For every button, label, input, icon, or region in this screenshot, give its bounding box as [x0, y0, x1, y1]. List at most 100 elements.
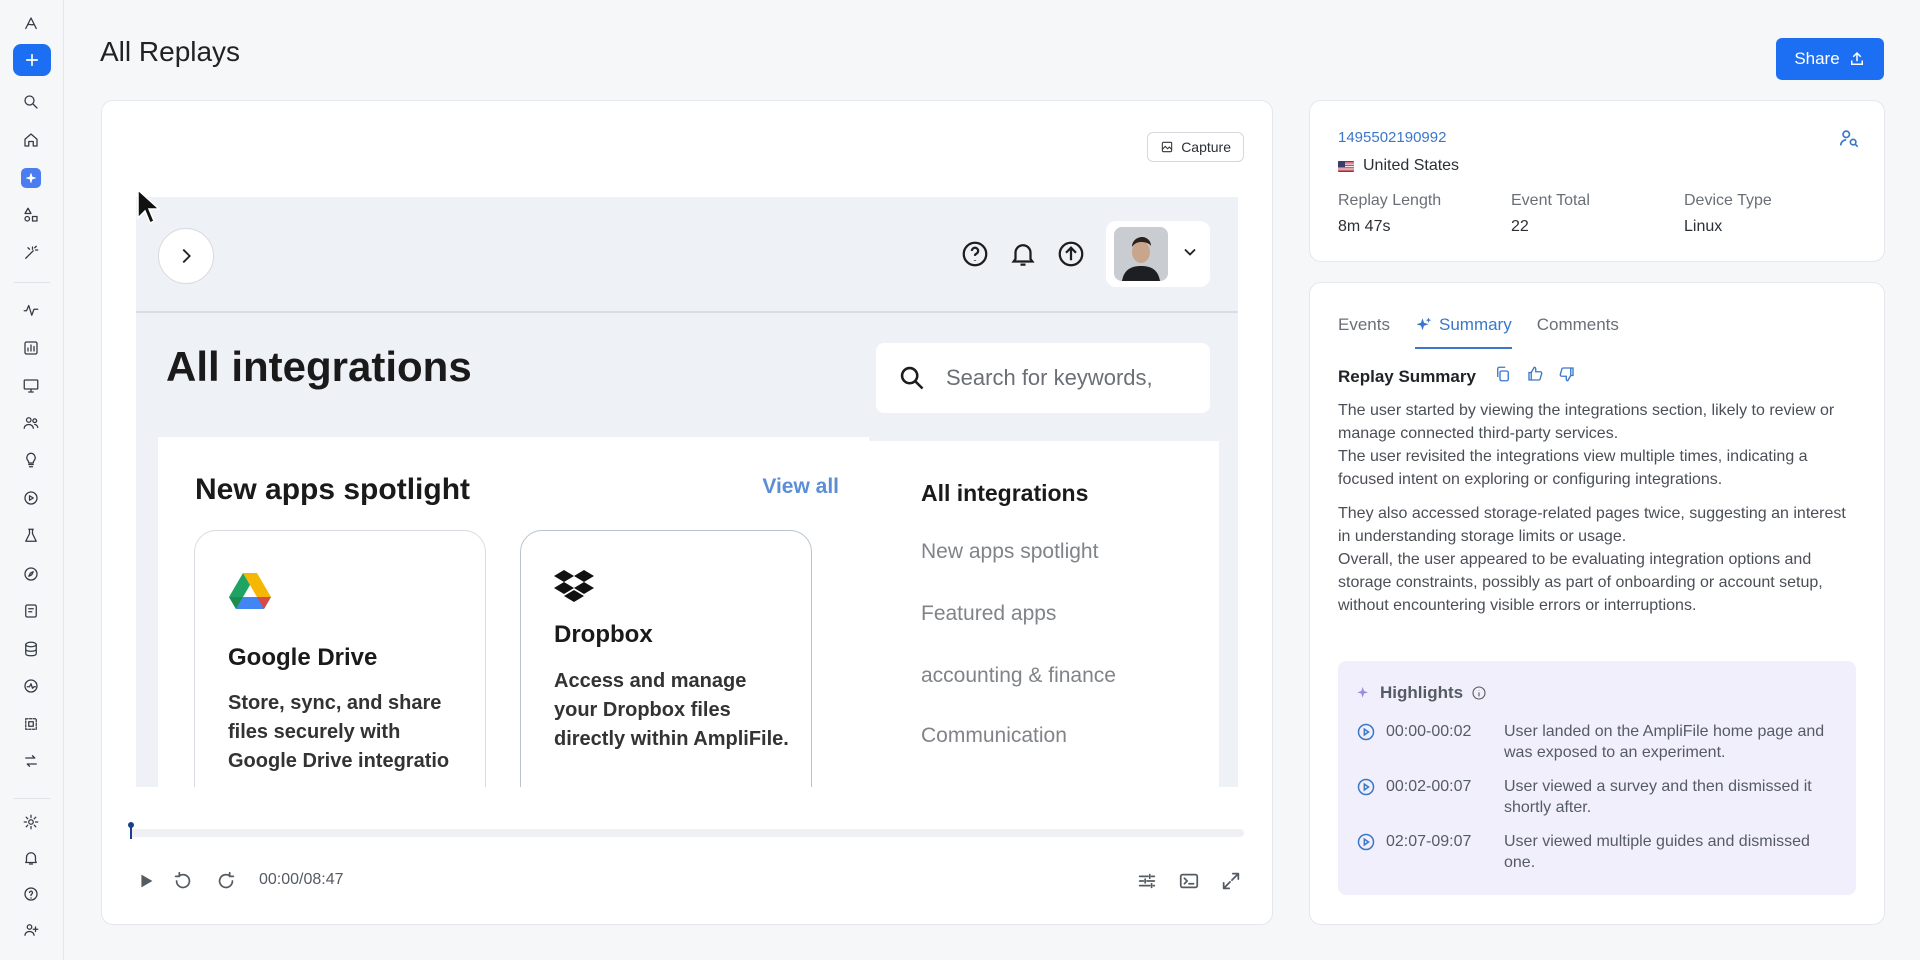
highlights-title: Highlights [1380, 683, 1464, 702]
avatar [1114, 227, 1168, 281]
profile-menu [1106, 221, 1210, 287]
image-icon [1161, 141, 1173, 153]
capture-label: Capture [1181, 139, 1231, 155]
capture-button[interactable]: Capture [1147, 132, 1244, 162]
session-replay-icon[interactable] [12, 480, 50, 516]
replay-search: Search for keywords, [876, 343, 1210, 413]
timeline-scrubber[interactable] [128, 821, 134, 839]
replay-viewport[interactable]: All integrations Search for keywords, Ne… [136, 197, 1238, 787]
play-icon[interactable] [134, 869, 158, 893]
chevron-down-icon [1180, 242, 1200, 267]
thumbs-down-icon[interactable] [1558, 365, 1576, 388]
stat-event-total: Event Total 22 [1511, 192, 1590, 236]
shapes-icon[interactable] [12, 197, 50, 233]
replay-search-placeholder: Search for keywords, [946, 365, 1153, 390]
tab-comments[interactable]: Comments [1537, 307, 1619, 343]
info-icon[interactable] [1471, 685, 1487, 701]
app-card-google-drive: Google Drive Store, sync, and share file… [194, 530, 486, 787]
user-info-card: 1495502190992 United States Replay Lengt… [1309, 100, 1885, 262]
monitor-icon[interactable] [12, 368, 50, 404]
stat-label: Replay Length [1338, 192, 1442, 209]
bell-icon[interactable] [12, 840, 50, 876]
user-country: United States [1338, 157, 1459, 175]
amplitude-logo-icon[interactable] [12, 6, 50, 42]
sync-icon[interactable] [12, 743, 50, 779]
playback-time: 00:00/08:47 [259, 871, 344, 888]
share-button[interactable]: Share [1776, 38, 1884, 80]
replay-heading: All integrations [166, 343, 472, 390]
us-flag-icon [1338, 160, 1354, 172]
bar-chart-icon[interactable] [12, 330, 50, 366]
help-icon[interactable] [12, 876, 50, 912]
lightbulb-icon[interactable] [12, 442, 50, 478]
summary-paragraph: The user started by viewing the integrat… [1338, 402, 1835, 488]
home-icon[interactable] [12, 122, 50, 158]
play-circle-icon[interactable] [1356, 832, 1376, 852]
nav-item: Communication [921, 724, 1067, 747]
stat-label: Device Type [1684, 192, 1772, 209]
thumbs-up-icon[interactable] [1526, 365, 1544, 388]
left-rail [0, 0, 64, 960]
highlight-row[interactable]: 02:07-09:07 User viewed multiple guides … [1356, 831, 1844, 873]
stat-replay-length: Replay Length 8m 47s [1338, 192, 1441, 236]
app-desc: Access and manage your Dropbox files dir… [554, 670, 789, 750]
highlight-row[interactable]: 00:02-00:07 User viewed a survey and the… [1356, 776, 1844, 818]
console-icon[interactable] [1177, 869, 1201, 893]
guides-icon[interactable] [12, 593, 50, 629]
highlight-row[interactable]: 00:00-00:02 User landed on the AmpliFile… [1356, 721, 1844, 763]
mouse-cursor-icon [137, 188, 161, 225]
stat-value: Linux [1684, 218, 1723, 235]
page-title: All Replays [100, 36, 241, 67]
share-label: Share [1794, 49, 1840, 68]
search-icon[interactable] [12, 84, 50, 120]
chevron-right-icon [158, 228, 214, 284]
upload-icon [1850, 51, 1863, 65]
invite-user-icon[interactable] [12, 912, 50, 948]
users-icon[interactable] [12, 405, 50, 441]
settings-gear-icon[interactable] [12, 804, 50, 840]
upload-circle-icon [1056, 239, 1086, 269]
timeline-track[interactable] [130, 829, 1244, 837]
app-name: Dropbox [554, 621, 653, 648]
dropbox-icon [554, 569, 598, 609]
fullscreen-icon[interactable] [1219, 869, 1243, 893]
rewind-icon[interactable] [171, 869, 195, 893]
stat-label: Event Total [1511, 192, 1590, 209]
nav-item: Featured apps [921, 602, 1057, 625]
forward-icon[interactable] [214, 869, 238, 893]
summary-body: The user started by viewing the integrat… [1338, 399, 1858, 628]
stat-value: 22 [1511, 218, 1529, 235]
copy-icon[interactable] [1494, 365, 1512, 388]
tab-summary[interactable]: Summary [1414, 307, 1512, 349]
tab-summary-label: Summary [1438, 315, 1512, 334]
settings-sliders-icon[interactable] [1135, 869, 1159, 893]
segment-icon[interactable] [12, 706, 50, 742]
highlights-header: Highlights [1356, 683, 1487, 703]
tab-events[interactable]: Events [1338, 307, 1390, 343]
user-search-icon[interactable] [1838, 127, 1860, 149]
spotlight-title: New apps spotlight [195, 473, 471, 506]
metrics-icon[interactable] [12, 668, 50, 704]
replay-topbar [136, 197, 1238, 313]
flask-icon[interactable] [12, 518, 50, 554]
highlight-time: 00:02-00:07 [1386, 778, 1472, 795]
play-circle-icon[interactable] [1356, 722, 1376, 742]
bell-icon [1008, 239, 1038, 269]
add-icon[interactable] [13, 44, 51, 76]
integrations-nav: All integrations New apps spotlight Feat… [869, 441, 1219, 787]
highlight-text: User viewed multiple guides and dismisse… [1504, 833, 1810, 871]
magic-wand-icon[interactable] [12, 235, 50, 271]
database-icon[interactable] [12, 631, 50, 667]
nav-item: All integrations [921, 480, 1089, 506]
highlights-panel: Highlights 00:00-00:02 User landed on th… [1338, 661, 1856, 895]
activity-icon[interactable] [12, 292, 50, 328]
sparkle-icon [1357, 687, 1368, 698]
user-id-link[interactable]: 1495502190992 [1338, 129, 1446, 146]
ai-assistant-icon[interactable] [12, 160, 50, 196]
stat-device-type: Device Type Linux [1684, 192, 1772, 236]
compass-icon[interactable] [12, 556, 50, 592]
summary-paragraph: They also accessed storage-related pages… [1338, 505, 1846, 614]
app-name: Google Drive [228, 644, 378, 671]
play-circle-icon[interactable] [1356, 777, 1376, 797]
nav-item: accounting & finance [921, 664, 1116, 687]
